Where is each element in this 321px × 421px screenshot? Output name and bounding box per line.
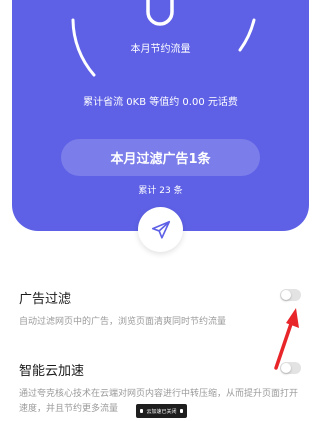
toast-text: 云加速已关闭 xyxy=(146,408,177,415)
gauge-arc-cap xyxy=(146,0,174,26)
month-filtered-button[interactable]: 本月过滤广告1条 xyxy=(61,139,260,176)
total-saved-text: 累计省流 0KB 等值约 0.00 元话费 xyxy=(83,97,238,108)
annotation-arrow-icon xyxy=(274,308,299,370)
paper-plane-icon xyxy=(151,220,170,239)
traffic-stats-card: 本月节约流量 累计省流 0KB 等值约 0.00 元话费 本月过滤广告1条 累计… xyxy=(12,0,309,231)
month-saved-label: 本月节约流量 xyxy=(130,44,191,55)
cloud-accel-title: 智能云加速 xyxy=(19,364,85,379)
ad-filter-toggle[interactable] xyxy=(280,289,301,301)
ad-filter-title: 广告过滤 xyxy=(19,292,72,307)
toggle-knob xyxy=(281,290,291,300)
ad-filter-description: 自动过滤网页中的广告，浏览页面清爽同时节约流量 xyxy=(19,317,227,327)
total-filtered-text: 累计 23 条 xyxy=(138,186,183,196)
toast-dot xyxy=(140,409,143,413)
cloud-accel-off-toast: 云加速已关闭 xyxy=(136,404,187,418)
share-button[interactable] xyxy=(138,207,183,252)
traffic-gauge xyxy=(71,0,256,77)
toast-dot xyxy=(180,409,183,413)
page: 本月节约流量 累计省流 0KB 等值约 0.00 元话费 本月过滤广告1条 累计… xyxy=(0,0,321,421)
